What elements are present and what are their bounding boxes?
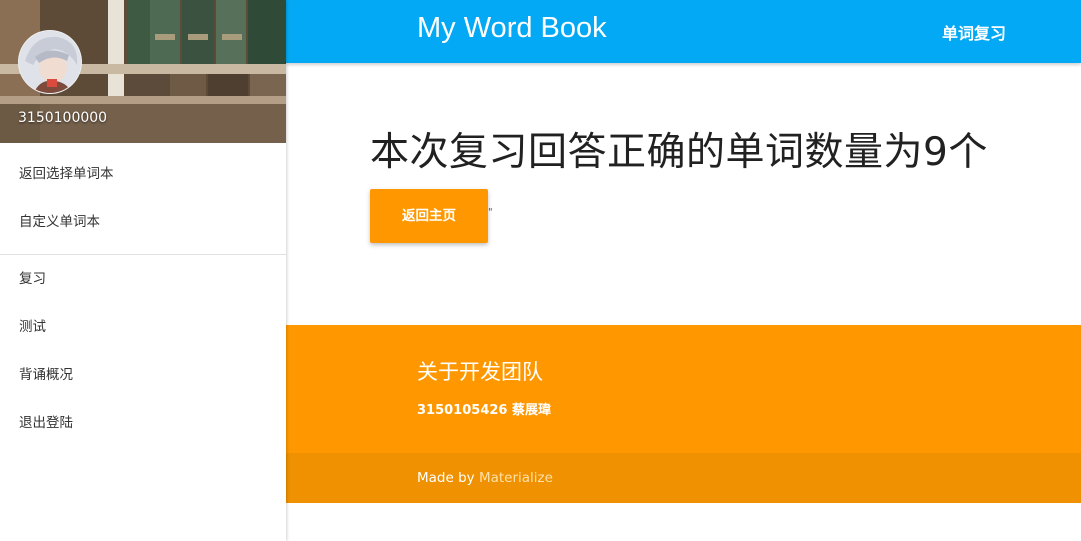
footer-team-member: 3150105426 蔡展瑋 bbox=[417, 403, 551, 418]
review-result-heading: 本次复习回答正确的单词数量为9个 bbox=[370, 130, 988, 175]
materialize-link[interactable]: Materialize bbox=[479, 470, 553, 486]
nav-item-logout[interactable]: 退出登陆 bbox=[0, 399, 286, 447]
sidenav: 3150100000 返回选择单词本 自定义单词本 复习 测试 背诵概况 退出登… bbox=[0, 0, 286, 541]
user-view-banner: 3150100000 bbox=[0, 0, 286, 143]
nav-item-test[interactable]: 测试 bbox=[0, 303, 286, 351]
stray-quote-mark: " bbox=[488, 207, 493, 218]
made-by-text: Made by Materialize bbox=[417, 470, 553, 486]
nav-link-word-review[interactable]: 单词复习 bbox=[942, 20, 1006, 44]
nav-primary: 返回选择单词本 自定义单词本 bbox=[0, 143, 286, 246]
made-by-prefix: Made by bbox=[417, 470, 479, 486]
brand-logo[interactable]: My Word Book bbox=[417, 12, 607, 45]
top-navbar: My Word Book 单词复习 bbox=[286, 0, 1081, 63]
page-footer: 关于开发团队 3150105426 蔡展瑋 bbox=[286, 325, 1081, 453]
nav-item-review[interactable]: 复习 bbox=[0, 255, 286, 303]
user-id: 3150100000 bbox=[18, 110, 108, 126]
nav-item-custom-wordbook[interactable]: 自定义单词本 bbox=[0, 198, 286, 246]
main-content: 本次复习回答正确的单词数量为9个 返回主页 " bbox=[286, 63, 1081, 325]
avatar-character-image bbox=[19, 31, 81, 93]
back-to-home-button[interactable]: 返回主页 bbox=[370, 189, 488, 243]
nav-item-back-to-wordbooks[interactable]: 返回选择单词本 bbox=[0, 150, 286, 198]
footer-copyright: Made by Materialize bbox=[286, 453, 1081, 503]
user-avatar[interactable] bbox=[18, 30, 82, 94]
nav-secondary: 复习 测试 背诵概况 退出登陆 bbox=[0, 255, 286, 447]
footer-heading: 关于开发团队 bbox=[417, 360, 543, 384]
nav-item-progress-overview[interactable]: 背诵概况 bbox=[0, 351, 286, 399]
